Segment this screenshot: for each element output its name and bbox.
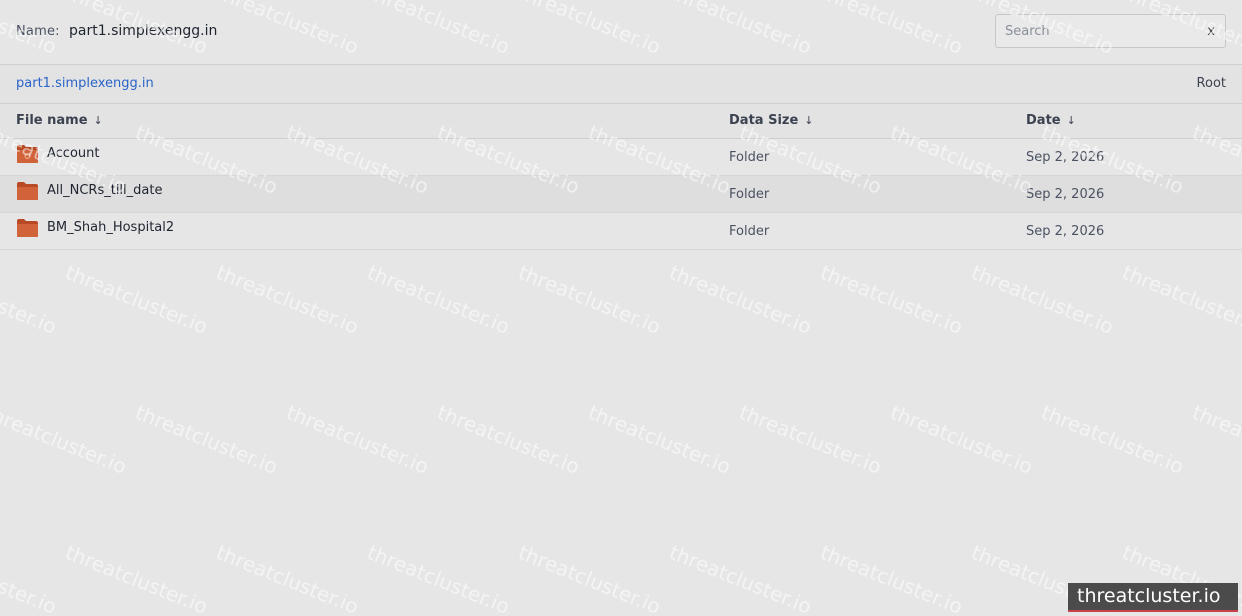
column-header-label: Data Size — [729, 113, 799, 128]
watermark-text: threatcluster.io — [62, 540, 212, 616]
watermark-text: threatcluster.io — [515, 540, 665, 616]
file-size: Folder — [729, 224, 770, 239]
name-value: part1.simplexengg.in — [69, 23, 218, 39]
breadcrumb-link[interactable]: part1.simplexengg.in — [16, 76, 154, 91]
table-row[interactable]: All_NCRs_till_date Folder Sep 2, 2026 — [0, 176, 1242, 213]
column-header-date[interactable]: Date ↓ — [1026, 113, 1076, 128]
watermark-text: threatcluster.io — [0, 540, 61, 616]
sort-arrow-icon: ↓ — [93, 114, 103, 127]
file-size: Folder — [729, 150, 770, 165]
search-box: x — [995, 14, 1226, 48]
search-clear-button[interactable]: x — [1207, 24, 1215, 39]
column-header-data-size[interactable]: Data Size ↓ — [729, 113, 814, 128]
watermark-text: threatcluster.io — [364, 540, 514, 616]
watermark-text: threatcluster.io — [887, 400, 1037, 479]
header-bar: Name: part1.simplexengg.in x — [0, 0, 1242, 65]
file-name[interactable]: All_NCRs_till_date — [47, 183, 162, 198]
brand-badge: threatcluster.io — [1068, 583, 1238, 612]
watermark-text: threatcluster.io — [62, 260, 212, 339]
watermark-text: threatcluster.io — [736, 400, 886, 479]
watermark-text: threatcluster.io — [817, 540, 967, 616]
table-row[interactable]: BM_Shah_Hospital2 Folder Sep 2, 2026 — [0, 213, 1242, 250]
watermark-text: threatcluster.io — [968, 260, 1118, 339]
watermark-text: threatcluster.io — [666, 540, 816, 616]
table-row[interactable]: Account Folder Sep 2, 2026 — [0, 139, 1242, 176]
watermark-text: threatcluster.io — [817, 260, 967, 339]
folder-icon — [17, 145, 38, 163]
watermark-text: threatcluster.io — [213, 260, 363, 339]
search-input[interactable] — [996, 15, 1196, 47]
file-name[interactable]: Account — [47, 146, 100, 161]
column-header-label: Date — [1026, 113, 1061, 128]
watermark-text: threatcluster.io — [0, 400, 131, 479]
breadcrumb: part1.simplexengg.in Root — [0, 65, 1242, 104]
column-header-label: File name — [16, 113, 88, 128]
column-header-file-name[interactable]: File name ↓ — [16, 113, 103, 128]
watermark-text: threatcluster.io — [666, 260, 816, 339]
watermark-text: threatcluster.io — [1189, 400, 1242, 479]
name-label: Name: — [16, 24, 60, 39]
watermark-text: threatcluster.io — [283, 400, 433, 479]
watermark-text: threatcluster.io — [132, 400, 282, 479]
sort-arrow-icon: ↓ — [804, 114, 814, 127]
watermark-text: threatcluster.io — [1038, 400, 1188, 479]
table-header: File name ↓ Data Size ↓ Date ↓ — [0, 104, 1242, 139]
watermark-text: threatcluster.io — [434, 400, 584, 479]
folder-icon — [17, 219, 38, 237]
file-date: Sep 2, 2026 — [1026, 187, 1105, 202]
breadcrumb-root[interactable]: Root — [1197, 76, 1226, 91]
watermark-text: threatcluster.io — [213, 540, 363, 616]
watermark-text: threatcluster.io — [1119, 260, 1242, 339]
folder-icon — [17, 182, 38, 200]
file-size: Folder — [729, 187, 770, 202]
file-date: Sep 2, 2026 — [1026, 224, 1105, 239]
watermark-text: threatcluster.io — [515, 260, 665, 339]
watermark-text: threatcluster.io — [0, 260, 61, 339]
watermark-text: threatcluster.io — [585, 400, 735, 479]
sort-arrow-icon: ↓ — [1066, 114, 1076, 127]
watermark-text: threatcluster.io — [364, 260, 514, 339]
file-date: Sep 2, 2026 — [1026, 150, 1105, 165]
file-name[interactable]: BM_Shah_Hospital2 — [47, 220, 174, 235]
